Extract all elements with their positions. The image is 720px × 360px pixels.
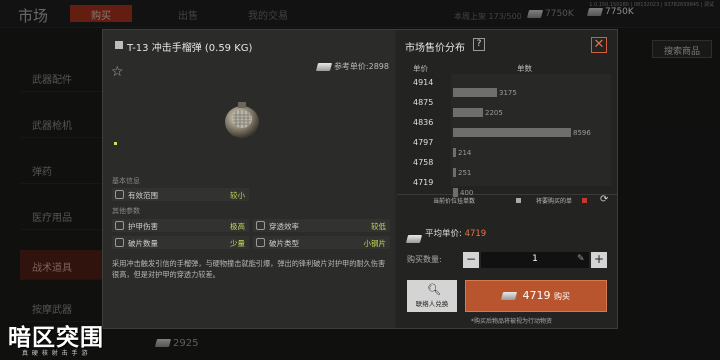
attr-label: 破片类型 [269,239,299,248]
buy-price: 4719 [522,289,551,302]
item-info-panel: T-13 冲击手榴弹 (0.59 KG) ☆ 参考单价:2898 基本信息 有效… [103,30,395,328]
buy-label: 购买 [554,292,570,301]
basic-info-label: 基本信息 [112,177,140,185]
cash-icon [500,292,518,300]
bar-value-label: 2205 [485,109,503,117]
price-tick-label: 4797 [413,138,434,147]
legend-listed-orders: 当前价位挂单数 [433,198,476,205]
grenade-image [225,102,259,138]
legend-buy-swatch [582,198,587,203]
quantity-label: 购买数量: [407,255,442,264]
bar-value-label: 3175 [499,89,517,97]
reference-price-text: 参考单价:2898 [333,62,389,71]
attr-value: 小钢片 [363,239,387,248]
attr-armor-damage: 护甲伤害 极高 [112,219,249,232]
attr-fragment-type: 破片类型 小钢片 [253,236,390,249]
attr-label: 破片数量 [128,239,158,248]
cash-icon [405,228,424,247]
attr-label: 有效范围 [128,191,158,200]
buy-button[interactable]: 4719 购买 [465,280,607,312]
distribution-bar [453,168,456,177]
fragment-type-icon [256,238,265,247]
legend-listed-swatch [516,198,521,203]
distribution-bar [453,128,571,137]
item-description: 采用冲击触发引信的手榴弹，与硬物撞击就能引爆，弹出的锋利破片对护甲的耐久伤害很高… [112,259,386,279]
range-icon [115,190,124,199]
distribution-bar [453,108,483,117]
search-icon: 🔍︎ [427,283,441,296]
attr-label: 护甲伤害 [128,222,158,231]
price-tick-label: 4758 [413,158,434,167]
price-tick-label: 4875 [413,98,434,107]
attr-value: 较小 [230,191,245,200]
quantity-decrement-button[interactable]: − [463,252,479,268]
bar-value-label: 214 [458,149,472,157]
refresh-icon[interactable]: ⟳ [600,194,608,205]
help-icon[interactable]: ? [473,38,485,51]
attr-fragment-count: 破片数量 少量 [112,236,249,249]
legend-orders-to-buy: 将要购买的单 [536,198,573,205]
price-tick-label: 4914 [413,78,434,87]
quantity-increment-button[interactable]: + [591,252,607,268]
cash-icon [315,62,333,71]
contact-exchange-label: 联络人兑换 [415,300,449,308]
column-header-order-count: 单数 [517,64,532,73]
attr-value: 少量 [230,239,245,248]
close-button[interactable]: ✕ [591,37,607,53]
average-price-value: 4719 [464,229,487,239]
logo-subtitle: 真 硬 核 射 击 手 游 [22,350,89,357]
logo-title: 暗区突围 [8,325,104,351]
market-price-panel: 市场售价分布 ? ✕ 单价 单数 当前价位挂单数 将要购买的单 ⟳ 平均单价: … [397,30,617,328]
rarity-indicator [114,142,117,145]
attr-label: 穿透效率 [269,222,299,231]
bar-value-label: 8596 [573,129,591,137]
bar-value-label: 251 [458,169,472,177]
cash-icon [405,234,423,243]
item-name: T-13 冲击手榴弹 (0.59 KG) [127,43,253,54]
item-category-icon [115,41,123,49]
price-tick-label: 4836 [413,118,434,127]
purchase-note: *购买后物品将被视为行动物资 [471,318,553,325]
penetration-icon [256,221,265,230]
attr-effective-range: 有效范围 较小 [112,188,249,201]
distribution-bar [453,188,458,197]
attr-value: 极高 [230,222,245,231]
attr-value: 较低 [371,222,386,231]
fragment-count-icon [115,238,124,247]
reference-price: 参考单价:2898 [315,61,389,72]
column-header-unit-price: 单价 [413,64,428,73]
price-tick-label: 4719 [413,178,434,187]
game-logo: 暗区突围 真 硬 核 射 击 手 游 [0,318,118,360]
quantity-input[interactable]: 1 [481,252,589,268]
item-purchase-dialog: T-13 冲击手榴弹 (0.59 KG) ☆ 参考单价:2898 基本信息 有效… [102,29,618,329]
favorite-star-icon[interactable]: ☆ [111,64,124,80]
average-price: 平均单价: 4719 [425,227,486,239]
other-params-label: 其他参数 [112,207,140,215]
pencil-icon[interactable]: ✎ [577,254,585,264]
distribution-bar [453,148,456,157]
average-price-label: 平均单价: [425,229,462,239]
contact-exchange-button[interactable]: 🔍︎ 联络人兑换 [407,280,457,312]
attr-penetration: 穿透效率 较低 [253,219,390,232]
bar-value-label: 400 [460,189,474,197]
armor-damage-icon [115,221,124,230]
price-distribution-title: 市场售价分布 [405,43,465,54]
distribution-bar [453,88,497,97]
